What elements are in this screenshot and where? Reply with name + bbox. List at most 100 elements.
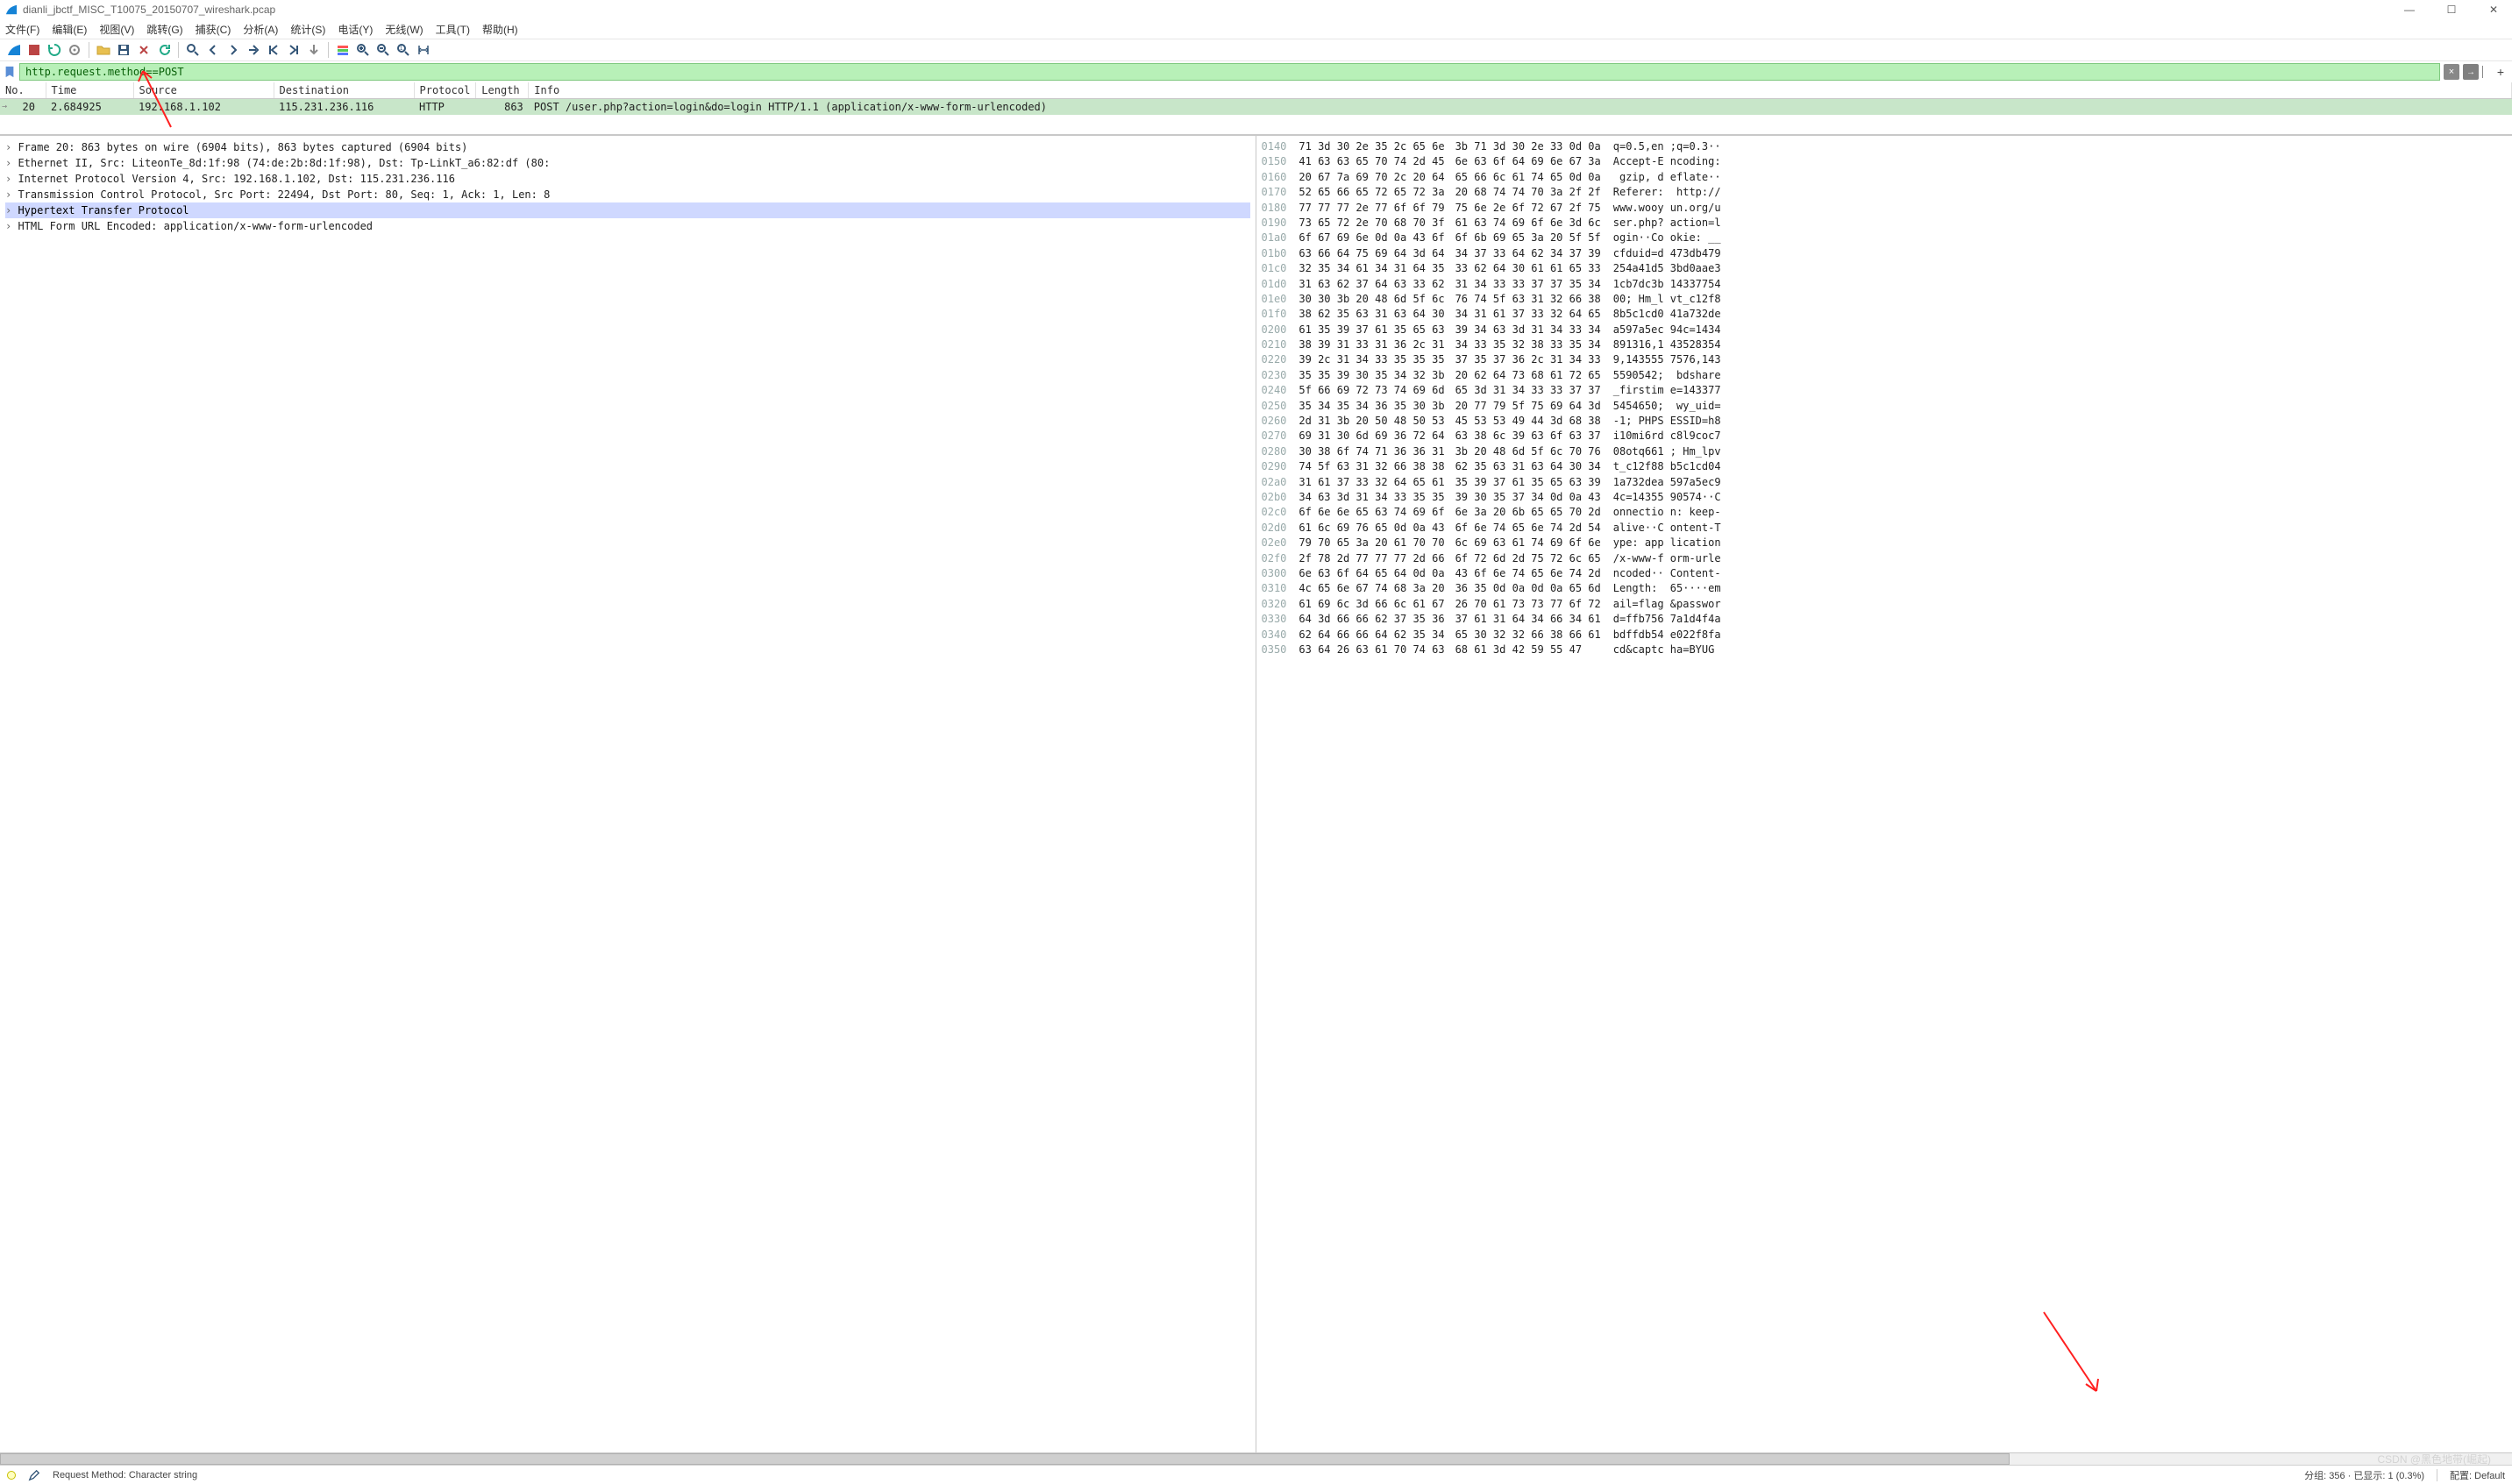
hex-row[interactable]: 02f02f 78 2d 77 77 77 2d 666f 72 6d 2d 7… xyxy=(1262,551,2508,566)
detail-tree-node[interactable]: Internet Protocol Version 4, Src: 192.16… xyxy=(5,171,1250,187)
menu-capture[interactable]: 捕获(C) xyxy=(196,22,231,37)
packet-row[interactable]: 20 2.684925 192.168.1.102 115.231.236.11… xyxy=(0,99,2512,116)
capture-options-button[interactable] xyxy=(66,41,83,59)
zoom-reset-button[interactable]: 1 xyxy=(395,41,412,59)
hex-row[interactable]: 017052 65 66 65 72 65 72 3a20 68 74 74 7… xyxy=(1262,185,2508,200)
packet-list-header[interactable]: No. Time Source Destination Protocol Len… xyxy=(0,82,2512,99)
menu-wireless[interactable]: 无线(W) xyxy=(385,22,423,37)
edit-icon[interactable] xyxy=(28,1469,40,1481)
hex-row[interactable]: 023035 35 39 30 35 34 32 3b20 62 64 73 6… xyxy=(1262,368,2508,383)
zoom-in-button[interactable] xyxy=(354,41,372,59)
menu-file[interactable]: 文件(F) xyxy=(5,22,39,37)
expert-info-led-icon[interactable] xyxy=(7,1471,16,1480)
go-back-button[interactable] xyxy=(204,41,222,59)
hex-row[interactable]: 014071 3d 30 2e 35 2c 65 6e3b 71 3d 30 2… xyxy=(1262,139,2508,154)
find-packet-button[interactable] xyxy=(184,41,202,59)
hex-row[interactable]: 018077 77 77 2e 77 6f 6f 7975 6e 2e 6f 7… xyxy=(1262,201,2508,216)
go-forward-button[interactable] xyxy=(224,41,242,59)
hex-row[interactable]: 01b063 66 64 75 69 64 3d 6434 37 33 64 6… xyxy=(1262,246,2508,261)
filter-apply-button[interactable]: → xyxy=(2463,64,2479,80)
hex-row[interactable]: 035063 64 26 63 61 70 74 6368 61 3d 42 5… xyxy=(1262,643,2508,657)
stop-capture-button[interactable] xyxy=(25,41,43,59)
detail-tree-node[interactable]: Ethernet II, Src: LiteonTe_8d:1f:98 (74:… xyxy=(5,155,1250,171)
hex-row[interactable]: 01d031 63 62 37 64 63 33 6231 34 33 33 3… xyxy=(1262,277,2508,292)
hex-row[interactable]: 029074 5f 63 31 32 66 38 3862 35 63 31 6… xyxy=(1262,459,2508,474)
hex-row[interactable]: 034062 64 66 66 64 62 35 3465 30 32 32 6… xyxy=(1262,628,2508,643)
packet-details-pane[interactable]: Frame 20: 863 bytes on wire (6904 bits),… xyxy=(0,136,1256,1452)
minimize-button[interactable]: — xyxy=(2396,4,2423,16)
auto-scroll-button[interactable] xyxy=(305,41,323,59)
menu-tools[interactable]: 工具(T) xyxy=(436,22,470,37)
menu-analyze[interactable]: 分析(A) xyxy=(243,22,278,37)
maximize-button[interactable]: ☐ xyxy=(2438,4,2465,16)
hex-row[interactable]: 03104c 65 6e 67 74 68 3a 2036 35 0d 0a 0… xyxy=(1262,581,2508,596)
hex-row[interactable]: 021038 39 31 33 31 36 2c 3134 33 35 32 3… xyxy=(1262,337,2508,352)
packet-list-pane[interactable]: No. Time Source Destination Protocol Len… xyxy=(0,82,2512,135)
main-toolbar: 1 xyxy=(0,39,2512,61)
bookmark-icon[interactable] xyxy=(4,66,16,78)
zoom-out-button[interactable] xyxy=(374,41,392,59)
hex-row[interactable]: 02e079 70 65 3a 20 61 70 706c 69 63 61 7… xyxy=(1262,536,2508,550)
menu-view[interactable]: 视图(V) xyxy=(99,22,134,37)
menu-stats[interactable]: 统计(S) xyxy=(290,22,325,37)
detail-tree-node[interactable]: Hypertext Transfer Protocol xyxy=(5,202,1250,218)
goto-first-button[interactable] xyxy=(265,41,282,59)
menu-bar: 文件(F) 编辑(E) 视图(V) 跳转(G) 捕获(C) 分析(A) 统计(S… xyxy=(0,19,2512,39)
reload-button[interactable] xyxy=(155,41,173,59)
col-length[interactable]: Length xyxy=(476,82,529,99)
colorize-button[interactable] xyxy=(334,41,352,59)
resize-columns-button[interactable] xyxy=(415,41,432,59)
status-profile[interactable]: 配置: Default xyxy=(2450,1468,2505,1482)
menu-edit[interactable]: 编辑(E) xyxy=(52,22,87,37)
hex-row[interactable]: 016020 67 7a 69 70 2c 20 6465 66 6c 61 7… xyxy=(1262,170,2508,185)
start-capture-button[interactable] xyxy=(5,41,23,59)
menu-telephony[interactable]: 电话(Y) xyxy=(338,22,373,37)
packet-bytes-pane[interactable]: 014071 3d 30 2e 35 2c 65 6e3b 71 3d 30 2… xyxy=(1256,136,2512,1452)
hex-row[interactable]: 02a031 61 37 33 32 64 65 6135 39 37 61 3… xyxy=(1262,475,2508,490)
hex-row[interactable]: 027069 31 30 6d 69 36 72 6463 38 6c 39 6… xyxy=(1262,429,2508,444)
filter-history-button[interactable] xyxy=(2482,66,2489,78)
horizontal-scrollbar[interactable] xyxy=(0,1452,2512,1465)
close-button[interactable]: ✕ xyxy=(2480,4,2507,16)
hex-row[interactable]: 02b034 63 3d 31 34 33 35 3539 30 35 37 3… xyxy=(1262,490,2508,505)
close-file-button[interactable] xyxy=(135,41,153,59)
hex-row[interactable]: 01c032 35 34 61 34 31 64 3533 62 64 30 6… xyxy=(1262,261,2508,276)
filter-clear-button[interactable]: × xyxy=(2444,64,2459,80)
hex-row[interactable]: 028030 38 6f 74 71 36 36 313b 20 48 6d 5… xyxy=(1262,444,2508,459)
display-filter-input[interactable] xyxy=(19,63,2440,81)
hex-row[interactable]: 03006e 63 6f 64 65 64 0d 0a43 6f 6e 74 6… xyxy=(1262,566,2508,581)
hex-row[interactable]: 033064 3d 66 66 62 37 35 3637 61 31 64 3… xyxy=(1262,612,2508,627)
hex-row[interactable]: 02405f 66 69 72 73 74 69 6d65 3d 31 34 3… xyxy=(1262,383,2508,398)
title-bar: dianli_jbctf_MISC_T10075_20150707_wiresh… xyxy=(0,0,2512,19)
menu-help[interactable]: 帮助(H) xyxy=(482,22,518,37)
filter-add-button[interactable]: + xyxy=(2493,64,2508,80)
goto-last-button[interactable] xyxy=(285,41,302,59)
hex-row[interactable]: 01e030 30 3b 20 48 6d 5f 6c76 74 5f 63 3… xyxy=(1262,292,2508,307)
hex-row[interactable]: 01a06f 67 69 6e 0d 0a 43 6f6f 6b 69 65 3… xyxy=(1262,231,2508,245)
hex-row[interactable]: 015041 63 63 65 70 74 2d 456e 63 6f 64 6… xyxy=(1262,154,2508,169)
detail-tree-node[interactable]: Frame 20: 863 bytes on wire (6904 bits),… xyxy=(5,139,1250,155)
col-source[interactable]: Source xyxy=(133,82,274,99)
col-dest[interactable]: Destination xyxy=(274,82,414,99)
hex-row[interactable]: 025035 34 35 34 36 35 30 3b20 77 79 5f 7… xyxy=(1262,399,2508,414)
save-file-button[interactable] xyxy=(115,41,132,59)
open-file-button[interactable] xyxy=(95,41,112,59)
menu-go[interactable]: 跳转(G) xyxy=(146,22,182,37)
col-protocol[interactable]: Protocol xyxy=(414,82,476,99)
restart-capture-button[interactable] xyxy=(46,41,63,59)
hex-row[interactable]: 02c06f 6e 6e 65 63 74 69 6f6e 3a 20 6b 6… xyxy=(1262,505,2508,520)
scrollbar-thumb[interactable] xyxy=(0,1453,2010,1465)
hex-row[interactable]: 019073 65 72 2e 70 68 70 3f61 63 74 69 6… xyxy=(1262,216,2508,231)
goto-packet-button[interactable] xyxy=(245,41,262,59)
hex-row[interactable]: 032061 69 6c 3d 66 6c 61 6726 70 61 73 7… xyxy=(1262,597,2508,612)
hex-row[interactable]: 022039 2c 31 34 33 35 35 3537 35 37 36 2… xyxy=(1262,352,2508,367)
col-no[interactable]: No. xyxy=(0,82,46,99)
hex-row[interactable]: 02d061 6c 69 76 65 0d 0a 436f 6e 74 65 6… xyxy=(1262,521,2508,536)
col-time[interactable]: Time xyxy=(46,82,133,99)
hex-row[interactable]: 01f038 62 35 63 31 63 64 3034 31 61 37 3… xyxy=(1262,307,2508,322)
col-info[interactable]: Info xyxy=(529,82,2512,99)
hex-row[interactable]: 020061 35 39 37 61 35 65 6339 34 63 3d 3… xyxy=(1262,323,2508,337)
detail-tree-node[interactable]: Transmission Control Protocol, Src Port:… xyxy=(5,187,1250,202)
hex-row[interactable]: 02602d 31 3b 20 50 48 50 5345 53 53 49 4… xyxy=(1262,414,2508,429)
detail-tree-node[interactable]: HTML Form URL Encoded: application/x-www… xyxy=(5,218,1250,234)
